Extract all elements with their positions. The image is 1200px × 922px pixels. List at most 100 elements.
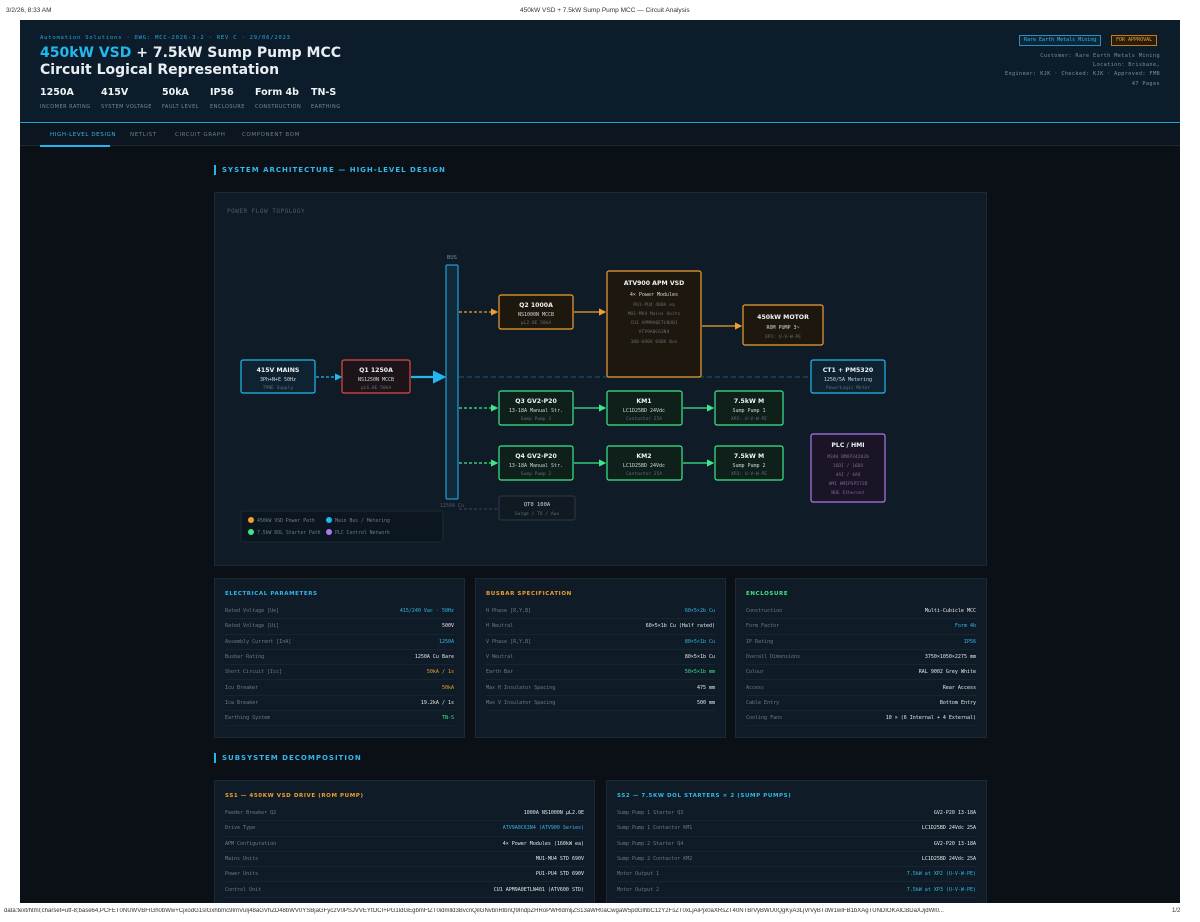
svg-text:μL6.0E 50kA: μL6.0E 50kA — [361, 385, 392, 391]
param-label: Construction — [746, 608, 783, 614]
param-label: Sump Pump 2 Contactor KM2 — [617, 855, 693, 862]
km2-contactor-block: KM2 LC1D25BD 24Vdc Contactor 25A — [606, 445, 683, 481]
tab-circuit-graph[interactable]: CIRCUIT GRAPH — [175, 132, 225, 138]
kpi-incomer: 1250A INCOMER RATING — [40, 87, 91, 110]
meta-customer: Customer: Rare Earth Metals Mining — [1040, 53, 1160, 59]
param-label: Max H Insulator Spacing — [486, 684, 556, 691]
q3-starter-block: Q3 GV2-P20 13-18A Manual Str. Sump Pump … — [498, 390, 574, 426]
motor-sump-1-block: 7.5kW M Sump Pump 1 XP2: U-V-W-PE — [714, 390, 784, 426]
param-value: 19.2kA / 1s — [420, 699, 454, 706]
legend-dol: 7.5kW DOL Starter Path — [257, 530, 321, 536]
param-label: Power Units — [225, 871, 259, 878]
param-value: 7.5kW at XP3 (U-V-W-PE) — [906, 886, 976, 893]
tab-component-bom[interactable]: COMPONENT BOM — [242, 132, 300, 138]
mains-block: 415V MAINS 3Ph+N+E 50Hz TPNE Supply — [240, 359, 316, 394]
svg-text:M340 BMXP342020: M340 BMXP342020 — [827, 454, 869, 460]
svg-text:Sump Pump 1: Sump Pump 1 — [521, 416, 552, 422]
param-row: V Phase [R,Y,B] 80×5×1b Cu — [486, 635, 715, 650]
param-value: 10 × (6 Internal + 4 External) — [885, 715, 976, 722]
param-row: Earth Bar 50×5×1b mm — [486, 665, 715, 681]
svg-text:4AI / 4AO: 4AI / 4AO — [836, 472, 861, 478]
param-label: Sump Pump 2 Starter Q4 — [617, 840, 684, 847]
param-row: Sump Pump 2 Starter Q4 GV2-P20 13-18A — [617, 837, 976, 852]
param-value: Multi-Cubicle MCC — [924, 608, 976, 614]
print-footer: data:text/html;charset=utf-8;base64,PCFE… — [0, 903, 1200, 922]
tab-high-level-design[interactable]: HIGH-LEVEL DESIGN — [50, 132, 116, 138]
param-row: Cooling Fans 10 × (6 Internal + 4 Externa… — [746, 711, 976, 727]
title-line-2: Circuit Logical Representation — [40, 62, 280, 78]
card-title: ENCLOSURE — [746, 591, 789, 597]
param-label: Colour — [746, 669, 765, 676]
svg-text:Q4 GV2-P20: Q4 GV2-P20 — [515, 453, 557, 460]
q2-feeder-block: Q2 1000A NS1000N MCCB μL2.0E 50kA — [498, 294, 574, 330]
page-header: Automation Solutions · DWG: MCC-2026-3-2… — [20, 20, 1180, 123]
param-row: Short Circuit [Icc] 50kA / 1s — [225, 665, 454, 681]
legend-swatch-bus — [326, 517, 332, 523]
bus-rating: 1250A Cu — [440, 503, 464, 509]
param-row: Max H Insulator Spacing 475 mm — [486, 681, 715, 696]
svg-text:ATV9A0C63N4: ATV9A0C63N4 — [639, 329, 670, 335]
param-value: MU1-MU4 STD 690V — [535, 855, 584, 862]
svg-text:TPNE Supply: TPNE Supply — [263, 385, 294, 391]
svg-text:MU1-MU4 Mains Units: MU1-MU4 Mains Units — [628, 311, 681, 317]
tab-netlist[interactable]: NETLIST — [130, 132, 157, 138]
legend: 450kW VSD Power Path Main Bus / Metering… — [240, 510, 444, 543]
param-value: 415/240 Vac · 50Hz — [399, 608, 454, 614]
card-title: SS2 — 7.5KW DOL STARTERS × 2 (SUMP PUMPS… — [617, 793, 792, 799]
svg-text:NS1250N MCCB: NS1250N MCCB — [358, 377, 394, 383]
param-row: H Phase [R,Y,B] 60×5×2b Cu — [486, 604, 715, 620]
q4-starter-block: Q4 GV2-P20 13-18A Manual Str. Sump Pump … — [498, 445, 574, 481]
legend-swatch-dol — [248, 529, 254, 535]
print-page-title: 450kW VSD + 7.5kW Sump Pump MCC — Circui… — [520, 7, 690, 14]
bus-label: BUS — [447, 255, 457, 261]
param-row: Control Unit CU1 APM9A0ETLN401 (ATV600 ST… — [225, 883, 584, 898]
svg-text:PU1-PU4 400A ea: PU1-PU4 400A ea — [633, 302, 675, 308]
svg-text:Sump Pump 2: Sump Pump 2 — [521, 471, 552, 477]
param-row: V Neutral 80×5×1b Cu — [486, 650, 715, 666]
param-value: GV2-P20 13-18A — [933, 840, 976, 847]
param-row: Mains Units MU1-MU4 STD 690V — [225, 852, 584, 868]
kpi-construction: Form 4b CONSTRUCTION — [255, 87, 302, 110]
param-row: Motor Output 1 7.5kW at XP2 (U-V-W-PE) — [617, 867, 976, 883]
param-label: Earth Bar — [486, 669, 514, 676]
param-row: Assembly Current [InA] 1250A — [225, 635, 454, 650]
param-label: Feeder Breaker Q2 — [225, 810, 277, 816]
card-title: SS1 — 450KW VSD DRIVE (ROM PUMP) — [225, 793, 364, 799]
param-row: Power Units PU1-PU4 STD 690V — [225, 867, 584, 883]
param-label: Sump Pump 1 Contactor KM1 — [617, 825, 693, 832]
svg-text:XP2: U-V-W-PE: XP2: U-V-W-PE — [731, 416, 767, 422]
svg-text:Contactor 25A: Contactor 25A — [626, 471, 662, 477]
legend-bus: Main Bus / Metering — [335, 518, 390, 524]
param-value: 4× Power Modules (160kW ea) — [502, 840, 584, 847]
param-value: 7.5kW at XP2 (U-V-W-PE) — [906, 871, 976, 878]
report-page: Automation Solutions · DWG: MCC-2026-3-2… — [20, 20, 1180, 903]
card-title: ELECTRICAL PARAMETERS — [225, 591, 318, 597]
param-row: Feeder Breaker Q2 1000A NS1000N μL2.0E — [225, 806, 584, 822]
param-value: 80×5×1b Cu — [684, 638, 715, 645]
svg-text:PowerLogic Meter: PowerLogic Meter — [826, 385, 870, 391]
param-value: RAL 9002 Grey White — [918, 669, 976, 676]
svg-text:XP3: U-V-W-PE: XP3: U-V-W-PE — [731, 471, 767, 477]
print-page-number: 1/2 — [1172, 908, 1181, 914]
motor-450kw-block: 450kW MOTOR ROM PUMP 3~ XP1: U-V-W-PE — [742, 304, 824, 346]
page-title: 450kW VSD + 7.5kW Sump Pump MCC Circuit … — [40, 45, 341, 79]
svg-text:XP1: U-V-W-PE: XP1: U-V-W-PE — [765, 334, 801, 340]
svg-text:Q3 GV2-P20: Q3 GV2-P20 — [515, 398, 557, 405]
param-row: Overall Dimensions 3750×1050×2275 mm — [746, 650, 976, 666]
tab-bar: HIGH-LEVEL DESIGN NETLIST CIRCUIT GRAPH … — [20, 124, 1180, 147]
param-value: 50kA — [441, 684, 454, 691]
param-label: V Phase [R,Y,B] — [486, 638, 532, 645]
param-label: Icu Breaker — [225, 684, 259, 691]
svg-text:Q1 1250A: Q1 1250A — [359, 367, 393, 374]
plc-hmi-block: PLC / HMI M340 BMXP342020 16DI / 16DO 4A… — [810, 433, 886, 503]
card-title: BUSBAR SPECIFICATION — [486, 591, 572, 597]
svg-text:4× Power Modules: 4× Power Modules — [630, 292, 678, 298]
svg-text:PLC / HMI: PLC / HMI — [831, 442, 864, 449]
svg-text:QT0 100A: QT0 100A — [524, 502, 551, 508]
param-value: 1250A — [438, 638, 454, 645]
param-label: Form Factor — [746, 623, 780, 630]
kpi-enclosure: IP56 ENCLOSURE — [210, 87, 245, 110]
km1-contactor-block: KM1 LC1D25BD 24Vdc Contactor 25A — [606, 390, 683, 426]
param-value: ATV9A0C63N4 (ATV900 Series) — [502, 825, 584, 832]
qt0-aux-block: QT0 100A Surge / TX / Aux — [498, 495, 576, 521]
